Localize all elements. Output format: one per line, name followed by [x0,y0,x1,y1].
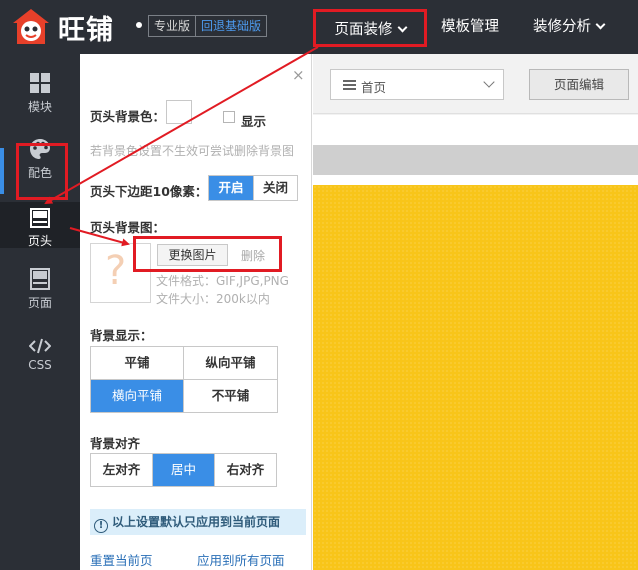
bg-color-hint: 若背景色设置不生效可尝试删除背景图 [90,144,295,158]
page-edit-button[interactable]: 页面编辑 [529,69,629,100]
display-option-tile[interactable]: 平铺 [91,347,184,380]
display-option-none[interactable]: 不平铺 [184,380,278,413]
canvas-header-area [313,115,638,145]
top-bar: 旺铺 专业版 回退基础版 页面装修 模板管理 装修分析 [0,0,638,54]
nav-page-decor[interactable]: 页面装修 [313,9,427,47]
align-option-left[interactable]: 左对齐 [91,454,153,487]
file-format-text: 文件格式：GIF,JPG,PNG [156,274,289,288]
nav-page-decor-label: 页面装修 [334,22,393,38]
sidebar-active-indicator [0,148,4,194]
bg-color-swatch[interactable] [166,100,192,124]
nav-decor-analysis[interactable]: 装修分析 [533,0,606,54]
question-mark-icon: ? [105,248,127,294]
edition-box: 专业版 回退基础版 [148,15,268,37]
canvas-nav-bar [313,145,638,175]
chevron-down-icon [483,76,495,88]
bg-display-label: 背景显示： [90,328,153,343]
margin-toggle: 开启 关闭 [208,175,298,201]
show-checkbox-label: 显示 [241,114,267,129]
annotation-box-change-image [133,236,282,272]
apply-notice-text: 以上设置默认只应用到当前页面 [112,515,281,529]
display-option-vertical[interactable]: 纵向平铺 [184,347,278,380]
show-checkbox[interactable] [223,111,235,123]
display-option-horizontal[interactable]: 横向平铺 [91,380,184,413]
sidebar-item-header[interactable]: 页头 [0,202,80,248]
align-option-right[interactable]: 右对齐 [215,454,277,487]
reset-page-link[interactable]: 重置当前页 [90,550,153,569]
bg-image-label: 页头背景图： [90,220,166,235]
canvas-banner [313,185,638,570]
sidebar-item-label: 页头 [27,234,52,248]
canvas-toolbar: 首页 页面编辑 [313,54,638,114]
bg-align-options: 左对齐 居中 右对齐 [90,453,277,487]
sidebar: 模块 配色 页头 页面 CSS [0,54,80,570]
rollback-link[interactable]: 回退基础版 [196,16,266,36]
bg-align-label: 背景对齐 [90,436,141,451]
list-icon [343,80,356,90]
annotation-box-sidebar [16,143,68,200]
canvas-gap [313,175,638,185]
logo-icon [13,9,49,44]
close-icon[interactable]: × [292,66,305,84]
sidebar-item-page[interactable]: 页面 [0,268,80,328]
header-icon [30,208,50,228]
brand-name: 旺铺 [58,15,114,46]
brand-dot [136,22,142,28]
page-icon [30,268,50,290]
page-select[interactable]: 首页 [330,69,504,100]
chevron-down-icon [397,22,407,33]
bg-color-label: 页头背景色： [90,109,166,124]
margin-off-button[interactable]: 关闭 [253,176,297,200]
bg-display-options: 平铺 纵向平铺 横向平铺 不平铺 [90,346,278,413]
sidebar-item-module[interactable]: 模块 [0,72,80,132]
sidebar-item-label: CSS [28,358,52,372]
sidebar-item-label: 页面 [27,296,52,310]
margin-label: 页头下边距10像素： [90,184,208,199]
code-icon [29,338,51,354]
margin-on-button[interactable]: 开启 [209,176,253,200]
edition-label: 专业版 [149,16,197,36]
file-size-text: 文件大小：200k以内 [156,292,270,306]
sidebar-item-label: 模块 [27,100,52,114]
page-select-value: 首页 [361,80,387,95]
align-option-center[interactable]: 居中 [153,454,215,487]
nav-template-label: 模板管理 [441,19,499,35]
info-icon: ! [94,519,108,533]
apply-all-link[interactable]: 应用到所有页面 [197,550,285,569]
page-canvas: 首页 页面编辑 [313,54,638,570]
grid-icon [30,73,50,93]
chevron-down-icon [595,19,606,30]
sidebar-item-css[interactable]: CSS [0,338,80,398]
header-settings-panel: × 页头背景色： 显示 若背景色设置不生效可尝试删除背景图 页头下边距10像素：… [80,54,312,570]
nav-analysis-label: 装修分析 [533,19,591,35]
apply-notice: ! 以上设置默认只应用到当前页面 [90,509,306,535]
nav-template-manage[interactable]: 模板管理 [441,0,499,54]
